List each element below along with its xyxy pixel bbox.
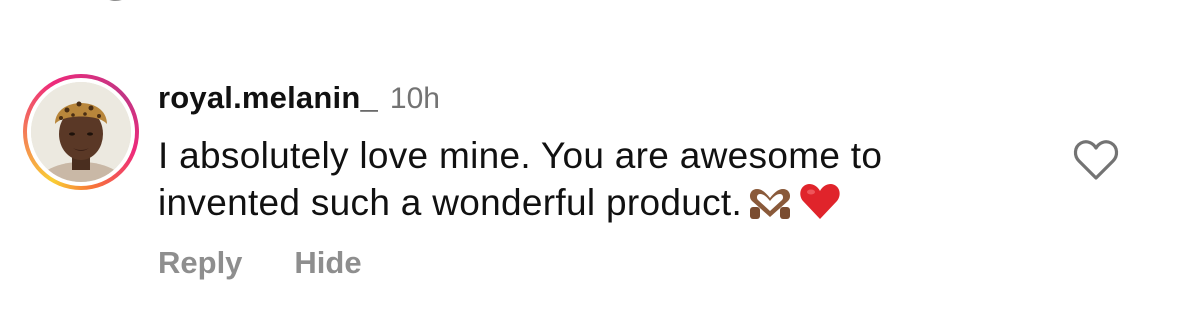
comment-text-line-1: I absolutely love mine. You are awesome … — [158, 135, 883, 176]
comment-body: I absolutely love mine. You are awesome … — [158, 132, 1038, 226]
heart-hands-emoji-icon — [750, 189, 791, 219]
avatar-ring-gap — [27, 78, 135, 186]
red-heart-emoji-icon — [800, 184, 840, 219]
avatar-story-ring[interactable] — [23, 74, 139, 190]
comment-username[interactable]: royal.melanin_ — [158, 80, 378, 116]
comment-actions: Reply Hide — [158, 245, 362, 281]
avatar[interactable] — [31, 82, 131, 182]
comment-timestamp: 10h — [389, 82, 440, 115]
comment-text-line-2-wrapper: invented such a wonderful product. — [158, 179, 1038, 226]
reply-button[interactable]: Reply — [158, 245, 242, 281]
comment-text-line-2: invented such a wonderful product. — [158, 182, 743, 223]
previous-comment-icon-remnant — [109, 0, 122, 1]
heart-outline-icon[interactable] — [1072, 138, 1120, 182]
avatar-photo — [31, 82, 131, 182]
comment-header: royal.melanin_ 10h — [158, 80, 440, 120]
hide-button[interactable]: Hide — [294, 245, 361, 281]
